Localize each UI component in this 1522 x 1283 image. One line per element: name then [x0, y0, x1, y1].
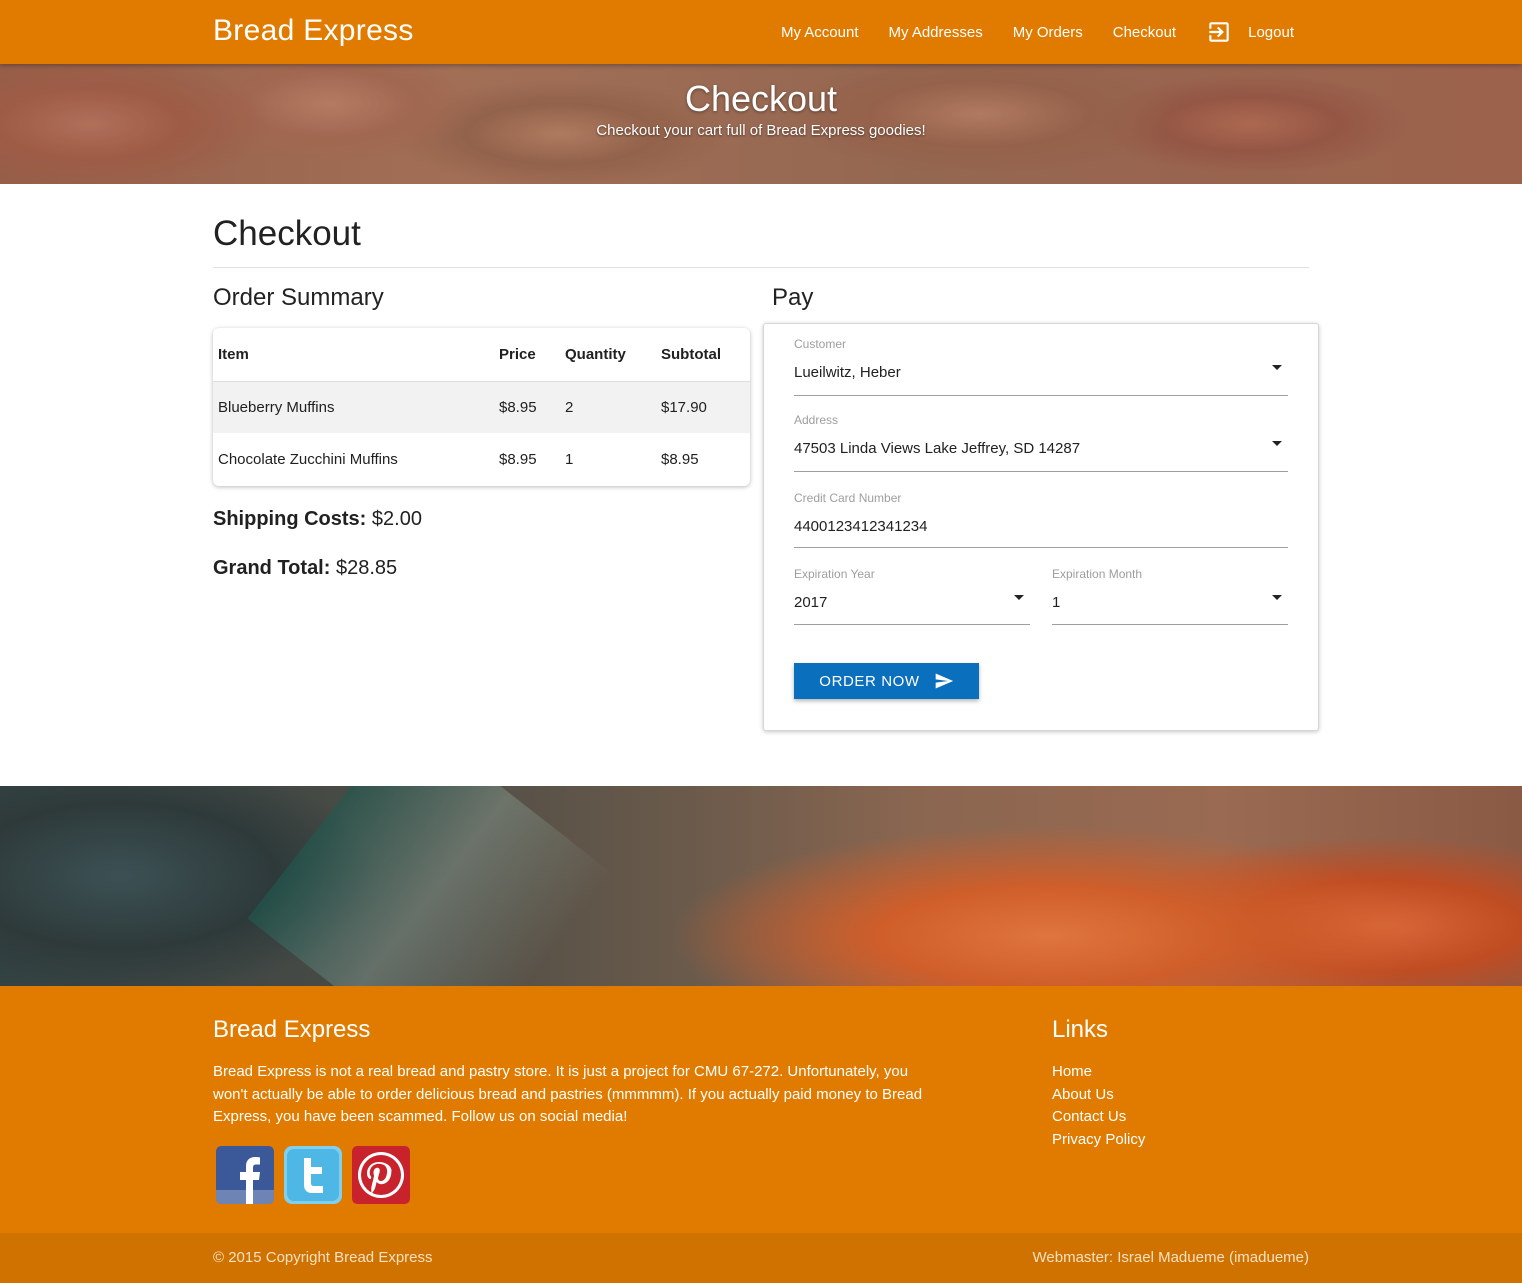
cell-subtotal: $8.95 [661, 450, 699, 468]
order-now-label: ORDER NOW [819, 672, 920, 690]
expiration-year-select[interactable]: Expiration Year 2017 [794, 567, 1030, 625]
footer-brand: Bread Express [213, 1016, 371, 1043]
bakery-background-image [0, 786, 1522, 986]
shipping-costs: Shipping Costs: $2.00 [213, 508, 422, 531]
expiration-month-value: 1 [1052, 594, 1061, 611]
cell-item: Blueberry Muffins [213, 381, 494, 433]
customer-value: Lueilwitz, Heber [794, 364, 901, 381]
expiration-month-select[interactable]: Expiration Month 1 [1052, 567, 1288, 625]
chevron-down-icon [1272, 441, 1282, 446]
webmaster-text: Webmaster: Israel Madueme (imadueme) [1032, 1249, 1310, 1266]
cell-price: $8.95 [494, 381, 560, 433]
customer-label: Customer [794, 337, 847, 351]
hero-banner: Checkout Checkout your cart full of Brea… [0, 64, 1522, 184]
copyright-text: © 2015 Copyright Bread Express [213, 1249, 433, 1266]
nav-my-orders[interactable]: My Orders [1013, 24, 1083, 41]
footer: Bread Express Bread Express is not a rea… [0, 986, 1522, 1233]
order-table: Item Price Quantity Subtotal Blueberry M… [213, 328, 750, 485]
cell-quantity: 1 [565, 450, 574, 468]
credit-card-underline [794, 547, 1288, 548]
title-divider [213, 267, 1309, 268]
column-header-subtotal: Subtotal [656, 328, 750, 382]
chevron-down-icon [1272, 595, 1282, 600]
nav-my-account[interactable]: My Account [781, 24, 859, 41]
customer-underline [794, 395, 1288, 396]
expiration-year-label: Expiration Year [794, 567, 875, 581]
chevron-down-icon [1014, 595, 1024, 600]
footer-link-privacy[interactable]: Privacy Policy [1052, 1129, 1145, 1152]
table-row: Blueberry Muffins $8.95 2 $17.90 [213, 381, 750, 433]
page-title: Checkout [213, 214, 361, 253]
brand-logo[interactable]: Bread Express [213, 14, 414, 48]
address-select[interactable]: Address 47503 Linda Views Lake Jeffrey, … [794, 413, 1288, 472]
table-header-row: Item Price Quantity Subtotal [213, 328, 750, 382]
shipping-costs-value: $2.00 [371, 508, 422, 530]
expiration-year-underline [794, 624, 1030, 625]
credit-card-value: 4400123412341234 [794, 518, 928, 535]
nav-my-addresses[interactable]: My Addresses [889, 24, 983, 41]
nav-logout[interactable]: Logout [1206, 19, 1294, 45]
pay-heading: Pay [772, 284, 814, 311]
grand-total-value: $28.85 [335, 557, 398, 579]
footer-link-about[interactable]: About Us [1052, 1084, 1145, 1107]
credit-card-input[interactable]: Credit Card Number 4400123412341234 [794, 491, 1288, 548]
expiration-month-label: Expiration Month [1052, 567, 1143, 581]
address-value: 47503 Linda Views Lake Jeffrey, SD 14287 [794, 440, 1081, 457]
shipping-costs-label: Shipping Costs: [213, 508, 367, 530]
nav-logout-label: Logout [1248, 23, 1294, 41]
customer-select[interactable]: Customer Lueilwitz, Heber [794, 337, 1288, 396]
cell-quantity: 2 [560, 381, 656, 433]
nav-links: My Account My Addresses My Orders Checko… [751, 0, 1294, 64]
order-summary-heading: Order Summary [213, 284, 384, 311]
footer-link-home[interactable]: Home [1052, 1061, 1145, 1084]
pinterest-icon[interactable] [352, 1146, 410, 1204]
grand-total: Grand Total: $28.85 [213, 557, 397, 580]
address-label: Address [794, 413, 839, 427]
footer-link-contact[interactable]: Contact Us [1052, 1106, 1145, 1129]
expiration-year-value: 2017 [794, 594, 828, 611]
table-row: Chocolate Zucchini Muffins $8.95 1 $8.95 [213, 433, 750, 485]
column-header-quantity: Quantity [560, 328, 656, 382]
twitter-icon[interactable] [284, 1146, 342, 1204]
logout-icon [1209, 22, 1229, 42]
expiration-month-underline [1052, 624, 1288, 625]
cell-item: Chocolate Zucchini Muffins [218, 450, 398, 468]
footer-links: Home About Us Contact Us Privacy Policy [1052, 1061, 1145, 1151]
image-detail [247, 786, 613, 986]
nav-checkout[interactable]: Checkout [1113, 24, 1176, 41]
cell-price: $8.95 [499, 450, 537, 468]
footer-links-heading: Links [1052, 1016, 1109, 1043]
footer-description: Bread Express is not a real bread and pa… [213, 1063, 923, 1125]
footer-copyright-bar: © 2015 Copyright Bread Express Webmaster… [0, 1233, 1522, 1283]
pay-card: Customer Lueilwitz, Heber Address 47503 … [763, 323, 1319, 731]
column-header-price: Price [494, 328, 560, 382]
hero-title: Checkout [684, 78, 838, 119]
grand-total-label: Grand Total: [213, 557, 331, 579]
credit-card-label: Credit Card Number [794, 491, 902, 505]
top-navbar: Bread Express My Account My Addresses My… [0, 0, 1522, 64]
facebook-icon[interactable] [216, 1146, 274, 1204]
column-header-item: Item [213, 328, 494, 382]
cell-subtotal: $17.90 [656, 381, 750, 433]
hero-subtitle: Checkout your cart full of Bread Express… [596, 122, 926, 139]
order-now-button[interactable]: ORDER NOW [794, 663, 979, 699]
send-icon [935, 673, 953, 689]
order-summary-card: Item Price Quantity Subtotal Blueberry M… [213, 328, 750, 486]
chevron-down-icon [1272, 365, 1282, 370]
address-underline [794, 471, 1288, 472]
